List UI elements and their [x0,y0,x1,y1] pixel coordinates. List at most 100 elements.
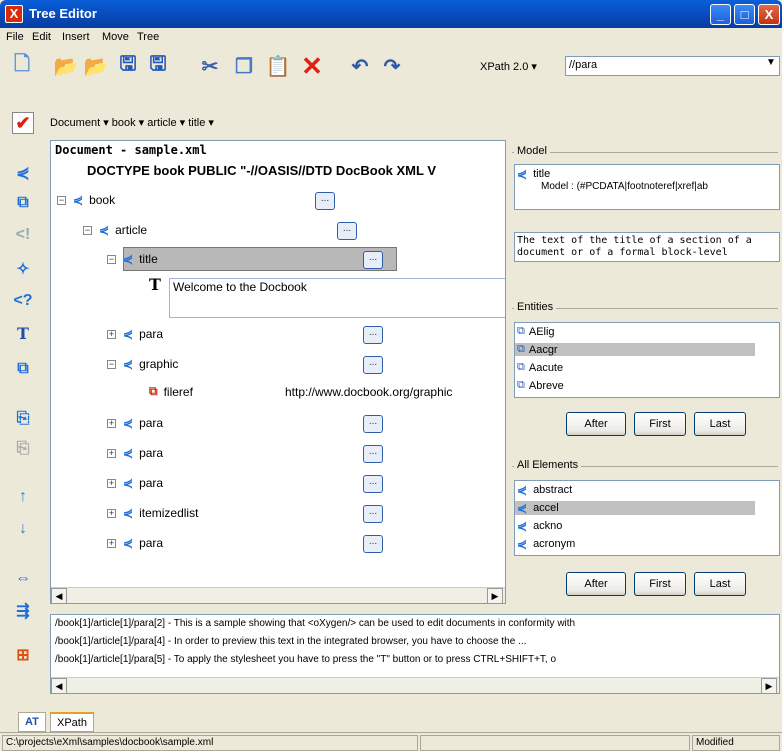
entities-first-button[interactable]: First [634,412,686,436]
entity-item[interactable]: ⧉ Abreve [517,379,757,392]
expand-icon[interactable]: + [107,508,116,518]
elements-after-button[interactable]: After [566,572,626,596]
model-element[interactable]: ⋞ title [517,167,550,181]
node-dots-button[interactable]: ... [363,326,383,344]
move-left-right-icon[interactable]: ⇔ [12,568,34,590]
menu-edit[interactable]: Edit [32,31,51,43]
entity-item[interactable]: ⧉ Aacute [517,361,757,374]
show-structure-icon[interactable]: ⊞ [12,644,34,666]
element-icon[interactable]: ⋞ [12,162,34,184]
tree-node-para[interactable]: + ⋞ para [107,536,163,550]
menu-file[interactable]: File [6,31,24,43]
new-file-icon[interactable]: 🗋 [10,53,34,78]
element-item[interactable]: ⋞ acronym [517,537,575,551]
scroll-right-icon[interactable]: ▶ [487,588,503,603]
entities-after-button[interactable]: After [566,412,626,436]
collapse-icon[interactable]: − [83,225,92,235]
tree-node-book[interactable]: − ⋞ book [57,193,115,207]
expand-icon[interactable]: + [107,538,116,548]
results-horizontal-scrollbar[interactable]: ◀ ▶ [51,677,779,693]
xpath-version-select[interactable]: XPath 2.0 ▾ [480,60,537,73]
undo-icon[interactable]: ↶ [348,54,372,78]
node-dots-button[interactable]: ... [363,251,383,269]
node-dots-button[interactable]: ... [363,445,383,463]
entities-last-button[interactable]: Last [694,412,746,436]
open-url-icon[interactable]: 📂 [84,54,109,78]
result-row[interactable]: /book[1]/article[1]/para[5] - To apply t… [55,654,556,665]
scroll-right-icon[interactable]: ▶ [761,678,777,693]
processing-instruction-icon[interactable]: <? [12,290,34,312]
tree-node-para[interactable]: + ⋞ para [107,476,163,490]
tree-node-para[interactable]: + ⋞ para [107,416,163,430]
expand-icon[interactable]: + [107,478,116,488]
attribute-icon[interactable]: ⧉ [12,192,34,214]
menu-tree[interactable]: Tree [137,31,159,43]
text-node-editor[interactable]: Welcome to the Docbook [169,278,505,318]
tab-xpath[interactable]: XPath [50,712,94,732]
tree-node-para[interactable]: + ⋞ para [107,327,163,341]
node-dots-button[interactable]: ... [363,475,383,493]
entities-list[interactable]: ⧉ AElig ⧉ Aacgr ⧉ Aacute ⧉ Abreve [514,322,780,398]
entity-item-selected[interactable]: ⧉ Aacgr [515,343,755,356]
expand-icon[interactable]: + [107,329,116,339]
element-item[interactable]: ⋞ abstract [517,483,572,497]
tree-node-para[interactable]: + ⋞ para [107,446,163,460]
attribute-value[interactable]: http://www.docbook.org/graphic [285,385,452,399]
menu-move[interactable]: Move [102,31,129,43]
save-icon[interactable]: 🖫 [116,53,140,78]
elements-last-button[interactable]: Last [694,572,746,596]
scroll-left-icon[interactable]: ◀ [51,588,67,603]
chevron-down-icon[interactable]: ▼ [766,57,776,68]
comment-icon[interactable]: <! [12,224,34,246]
tree-node-article[interactable]: − ⋞ article [83,223,147,237]
insert-before-icon[interactable]: ⎘ [12,408,34,430]
minimize-button[interactable]: _ [710,4,731,25]
redo-icon[interactable]: ↷ [380,54,404,78]
xpath-results-panel[interactable]: /book[1]/article[1]/para[2] - This is a … [50,614,780,694]
tab-at[interactable]: AT [18,712,46,732]
copy-icon[interactable]: ❐ [232,54,256,78]
editor-horizontal-scrollbar[interactable]: ◀ ▶ [51,587,505,603]
paste-icon[interactable]: 📋 [266,54,291,78]
element-item-selected[interactable]: ⋞ accel [515,501,755,515]
tree-node-itemizedlist[interactable]: + ⋞ itemizedlist [107,506,198,520]
entity-item[interactable]: ⧉ AElig [517,325,757,338]
collapse-icon[interactable]: − [107,254,116,264]
maximize-button[interactable]: □ [734,4,755,25]
text-icon[interactable]: T [12,322,34,344]
elements-first-button[interactable]: First [634,572,686,596]
entity-ref-icon[interactable]: ⧉ [12,358,34,380]
node-dots-button[interactable]: ... [337,222,357,240]
node-dots-button[interactable]: ... [363,535,383,553]
open-folder-icon[interactable]: 📂 [54,54,79,78]
attribute-fileref[interactable]: ⧉ fileref [149,384,193,399]
tree-editor-panel[interactable]: Document - sample.xml DOCTYPE book PUBLI… [50,140,506,604]
delete-icon[interactable]: ✕ [300,51,324,81]
move-down-icon[interactable]: ↓ [12,518,34,540]
tree-node-graphic[interactable]: − ⋞ graphic [107,357,178,371]
collapse-icon[interactable]: − [107,359,116,369]
node-dots-button[interactable]: ... [363,356,383,374]
result-row[interactable]: /book[1]/article[1]/para[2] - This is a … [55,618,575,629]
close-button[interactable]: X [758,4,780,25]
menu-insert[interactable]: Insert [62,31,90,43]
breadcrumb[interactable]: Document ▾ book ▾ article ▾ title ▾ [50,116,214,129]
promote-icon[interactable]: ⇶ [12,600,34,622]
elements-list[interactable]: ⋞ abstract ⋞ accel ⋞ ackno ⋞ acronym [514,480,780,556]
model-list[interactable]: ⋞ title Model : (#PCDATA|footnoteref|xre… [514,164,780,210]
scroll-left-icon[interactable]: ◀ [51,678,67,693]
xpath-input[interactable]: //para [565,56,780,76]
insert-after-icon[interactable]: ⎘ [12,438,34,460]
cut-icon[interactable]: ✂ [198,54,222,78]
node-dots-button[interactable]: ... [363,415,383,433]
save-all-icon[interactable]: 🖫 [146,53,170,78]
node-dots-button[interactable]: ... [315,192,335,210]
move-up-icon[interactable]: ↑ [12,486,34,508]
node-dots-button[interactable]: ... [363,505,383,523]
result-row[interactable]: /book[1]/article[1]/para[4] - In order t… [55,636,526,647]
entity-icon[interactable]: ✧ [12,258,34,280]
collapse-icon[interactable]: − [57,195,66,205]
expand-icon[interactable]: + [107,448,116,458]
expand-icon[interactable]: + [107,418,116,428]
tree-node-title[interactable]: − ⋞ title [107,252,158,266]
